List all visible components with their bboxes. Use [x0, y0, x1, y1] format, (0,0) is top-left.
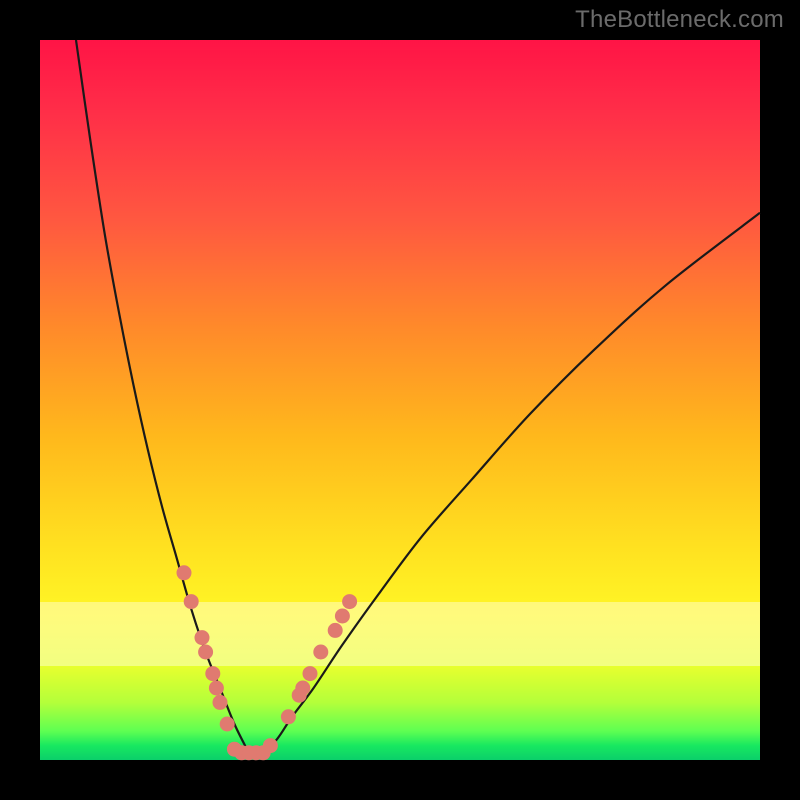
curve-marker: [343, 595, 357, 609]
curve-canvas: [40, 40, 760, 760]
curve-marker: [314, 645, 328, 659]
curve-marker: [206, 667, 220, 681]
curve-marker: [303, 667, 317, 681]
curve-marker: [281, 710, 295, 724]
curve-marker: [328, 623, 342, 637]
curve-right-branch: [249, 213, 760, 754]
curve-marker: [199, 645, 213, 659]
curve-marker: [296, 681, 310, 695]
curve-left-branch: [76, 40, 249, 753]
watermark-text: TheBottleneck.com: [575, 6, 784, 34]
curve-marker: [263, 739, 277, 753]
curve-marker: [335, 609, 349, 623]
curve-marker: [220, 717, 234, 731]
curve-marker: [184, 595, 198, 609]
curve-marker: [213, 695, 227, 709]
chart-frame: TheBottleneck.com: [0, 0, 800, 800]
plot-area: [40, 40, 760, 760]
curve-marker: [177, 566, 191, 580]
curve-marker: [195, 631, 209, 645]
curve-marker: [209, 681, 223, 695]
